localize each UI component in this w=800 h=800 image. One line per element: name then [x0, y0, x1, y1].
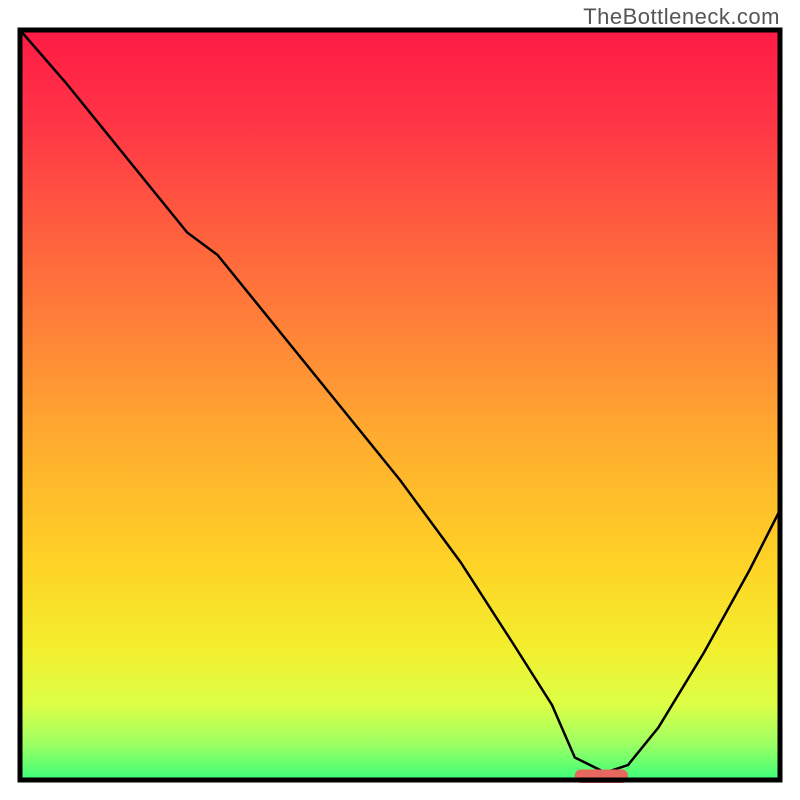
bottleneck-chart	[0, 0, 800, 800]
plot-background	[20, 30, 780, 780]
chart-frame: TheBottleneck.com	[0, 0, 800, 800]
watermark-text: TheBottleneck.com	[583, 4, 780, 30]
